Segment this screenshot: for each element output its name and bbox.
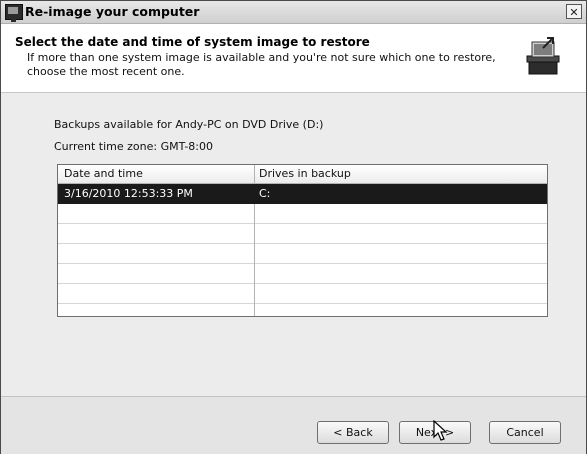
empty-row bbox=[58, 284, 547, 304]
row-date-time: 3/16/2010 12:53:33 PM bbox=[64, 187, 193, 200]
title-bar[interactable]: Re-image your computer ✕ bbox=[1, 1, 586, 24]
column-divider bbox=[254, 204, 255, 316]
column-header-drives[interactable]: Drives in backup bbox=[259, 167, 351, 180]
time-zone-label: Current time zone: GMT-8:00 bbox=[54, 140, 214, 153]
page-title: Select the date and time of system image… bbox=[15, 35, 370, 49]
reimage-dialog: Re-image your computer ✕ Select the date… bbox=[0, 0, 587, 454]
empty-row bbox=[58, 204, 547, 224]
empty-row bbox=[58, 244, 547, 264]
computer-icon bbox=[5, 4, 23, 22]
back-button[interactable]: < Back bbox=[317, 421, 389, 444]
column-divider[interactable] bbox=[254, 165, 255, 183]
system-image-restore-icon bbox=[526, 37, 560, 75]
column-header-date-time[interactable]: Date and time bbox=[64, 167, 143, 180]
close-button[interactable]: ✕ bbox=[566, 4, 582, 19]
wizard-footer: < Back Next > Cancel bbox=[1, 396, 586, 454]
table-row[interactable]: 3/16/2010 12:53:33 PM C: bbox=[58, 184, 547, 204]
wizard-content: Backups available for Andy-PC on DVD Dri… bbox=[1, 93, 586, 395]
window-title: Re-image your computer bbox=[25, 4, 200, 19]
empty-row bbox=[58, 264, 547, 284]
backup-list[interactable]: Date and time Drives in backup 3/16/2010… bbox=[57, 164, 548, 317]
page-instructions: If more than one system image is availab… bbox=[27, 51, 496, 78]
backups-location-label: Backups available for Andy-PC on DVD Dri… bbox=[54, 118, 324, 131]
mouse-pointer-icon bbox=[433, 420, 448, 441]
wizard-header: Select the date and time of system image… bbox=[1, 24, 586, 93]
cancel-button[interactable]: Cancel bbox=[489, 421, 561, 444]
close-icon: ✕ bbox=[569, 6, 579, 19]
list-header: Date and time Drives in backup bbox=[58, 165, 547, 184]
row-drives: C: bbox=[259, 187, 271, 200]
empty-row bbox=[58, 224, 547, 244]
